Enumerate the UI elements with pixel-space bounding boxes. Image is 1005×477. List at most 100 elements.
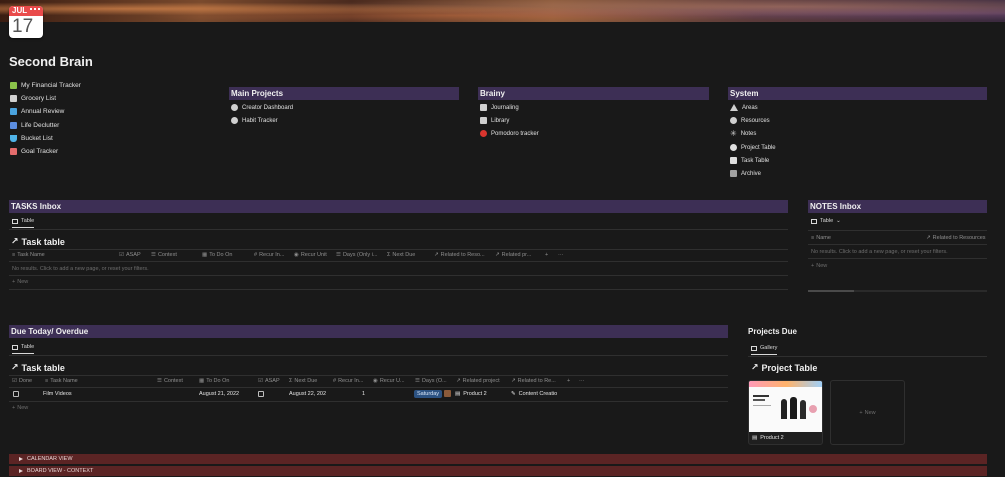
column-header[interactable]: # Recur In...	[333, 378, 363, 384]
gallery-card[interactable]: ▤ Product 2	[748, 380, 823, 445]
plus-icon: +	[859, 409, 863, 416]
column-header[interactable]: ↗ Related to Reso...	[434, 252, 485, 258]
column-header[interactable]: ≡ Task Name	[12, 252, 45, 258]
horizontal-scrollbar[interactable]	[808, 290, 987, 292]
new-card-button[interactable]: + New	[830, 380, 905, 445]
formula-icon: Σ	[289, 378, 293, 384]
table-title[interactable]: ↗ Task table	[11, 236, 65, 247]
scrollbar-thumb[interactable]	[808, 290, 854, 292]
checkbox-icon: ☑	[258, 378, 263, 384]
square-icon	[730, 157, 737, 164]
column-header[interactable]: ↗ Related project	[456, 378, 500, 384]
circle-icon	[730, 144, 737, 151]
task-name-cell[interactable]: Film Videos	[43, 391, 72, 397]
number-icon: #	[333, 378, 337, 384]
link-task-table[interactable]: Task Table	[730, 156, 769, 165]
table-row[interactable]: Film Videos August 21, 2022 August 22, 2…	[9, 388, 728, 401]
empty-state-text: No results. Click to add a new page, or …	[12, 266, 149, 272]
calendar-icon[interactable]: JUL 17	[9, 6, 43, 38]
column-header[interactable]: ☰ Days (Only i...	[336, 252, 377, 258]
plus-icon: +	[567, 378, 571, 384]
column-header[interactable]: ↗ Related pr...	[495, 252, 531, 258]
column-header[interactable]: Σ Next Due	[387, 252, 415, 258]
more-options-button[interactable]: ···	[579, 378, 585, 384]
column-header[interactable]: ↗ Related to Resources	[926, 235, 986, 241]
link-financial-tracker[interactable]: My Financial Tracker	[10, 81, 81, 90]
column-header[interactable]: ≡ Name	[811, 235, 831, 241]
notes-inbox-header: NOTES Inbox	[808, 200, 987, 213]
day-tag[interactable]: Saturday	[414, 390, 443, 398]
card-title: ▤ Product 2	[752, 435, 784, 441]
asap-checkbox[interactable]	[258, 391, 264, 397]
column-header[interactable]: ☑ Done	[12, 378, 32, 384]
tab-table[interactable]: Table	[12, 344, 35, 354]
link-resources[interactable]: Resources	[730, 116, 770, 125]
money-icon	[10, 82, 17, 89]
column-header[interactable]: ◉ Recur Unit	[294, 252, 327, 258]
tab-table[interactable]: Table ⌄	[811, 218, 841, 227]
column-header[interactable]: ▦ To Do On	[199, 378, 229, 384]
link-annual-review[interactable]: Annual Review	[10, 107, 64, 116]
link-archive[interactable]: Archive	[730, 169, 761, 178]
link-creator-dashboard[interactable]: Creator Dashboard	[231, 103, 293, 112]
relation-icon: ↗	[511, 378, 516, 384]
more-options-button[interactable]: ···	[558, 252, 564, 258]
page-cover[interactable]	[0, 0, 1005, 22]
link-habit-tracker[interactable]: Habit Tracker	[231, 116, 278, 125]
link-project-table[interactable]: Project Table	[730, 143, 776, 152]
link-grocery-list[interactable]: Grocery List	[10, 94, 56, 103]
column-header[interactable]: # Recur In...	[254, 252, 284, 258]
projects-due-heading: Projects Due	[748, 327, 797, 336]
toggle-arrow-icon[interactable]	[19, 457, 23, 461]
toggle-calendar-view[interactable]: CALENDAR VIEW	[9, 454, 987, 464]
next-due-cell: August 22, 202	[289, 391, 327, 397]
link-journaling[interactable]: Journaling	[480, 103, 519, 112]
tab-table[interactable]: Table	[12, 218, 35, 228]
column-header[interactable]: ☰ Context	[157, 378, 183, 384]
recur-in-cell[interactable]: 1	[362, 391, 365, 397]
new-row-button[interactable]: + New	[12, 405, 28, 411]
link-pomodoro[interactable]: Pomodoro tracker	[480, 129, 539, 138]
link-life-declutter[interactable]: Life Declutter	[10, 121, 59, 130]
column-header[interactable]: ◉ Recur U...	[373, 378, 405, 384]
arrow-up-right-icon: ↗	[11, 362, 19, 372]
column-header[interactable]: Σ Next Due	[289, 378, 317, 384]
toggle-board-view[interactable]: BOARD VIEW - CONTEXT	[9, 466, 987, 476]
column-header[interactable]: ☰ Context	[151, 252, 177, 258]
text-icon: ≡	[45, 378, 49, 384]
column-header[interactable]: ≡ Task Name	[45, 378, 78, 384]
multi-select-icon: ☰	[336, 252, 341, 258]
column-header[interactable]: ↗ Related to Re...	[511, 378, 556, 384]
calendar-small-icon: ▦	[202, 252, 208, 258]
to-do-on-cell[interactable]: August 21, 2022	[199, 391, 239, 397]
ellipsis-icon: ···	[579, 378, 585, 384]
link-library[interactable]: Library	[480, 116, 509, 125]
gallery-title[interactable]: ↗ Project Table	[751, 362, 817, 373]
page-icon: ▤	[455, 391, 461, 397]
relation-icon: ↗	[434, 252, 439, 258]
link-goal-tracker[interactable]: Goal Tracker	[10, 147, 58, 156]
add-column-button[interactable]: +	[567, 378, 570, 384]
column-header[interactable]: ☑ ASAP	[119, 252, 141, 258]
new-row-button[interactable]: + New	[12, 279, 28, 285]
new-row-button[interactable]: + New	[811, 263, 827, 269]
add-column-button[interactable]: +	[545, 252, 548, 258]
done-checkbox[interactable]	[13, 391, 19, 397]
main-projects-header: Main Projects	[229, 87, 459, 100]
toggle-arrow-icon[interactable]	[19, 469, 23, 473]
tab-gallery[interactable]: Gallery	[751, 345, 778, 355]
link-notes[interactable]: ✳ Notes	[730, 129, 756, 138]
related-project-cell[interactable]: ▤ Product 2	[455, 391, 487, 397]
column-header[interactable]: ☑ ASAP	[258, 378, 280, 384]
column-header[interactable]: ☰ Days (O...	[415, 378, 447, 384]
link-bucket-list[interactable]: Bucket List	[10, 134, 53, 143]
text-icon: ≡	[12, 252, 16, 258]
link-areas[interactable]: Areas	[730, 103, 758, 112]
plus-icon: +	[12, 279, 16, 285]
tasks-inbox-header: TASKS Inbox	[9, 200, 788, 213]
due-today-header: Due Today/ Overdue	[9, 325, 728, 338]
table-title[interactable]: ↗ Task table	[11, 362, 65, 373]
related-resource-cell[interactable]: ✎ Content Creatio	[511, 391, 557, 397]
empty-state-text: No results. Click to add a new page, or …	[811, 249, 948, 255]
column-header[interactable]: ▦ To Do On	[202, 252, 232, 258]
